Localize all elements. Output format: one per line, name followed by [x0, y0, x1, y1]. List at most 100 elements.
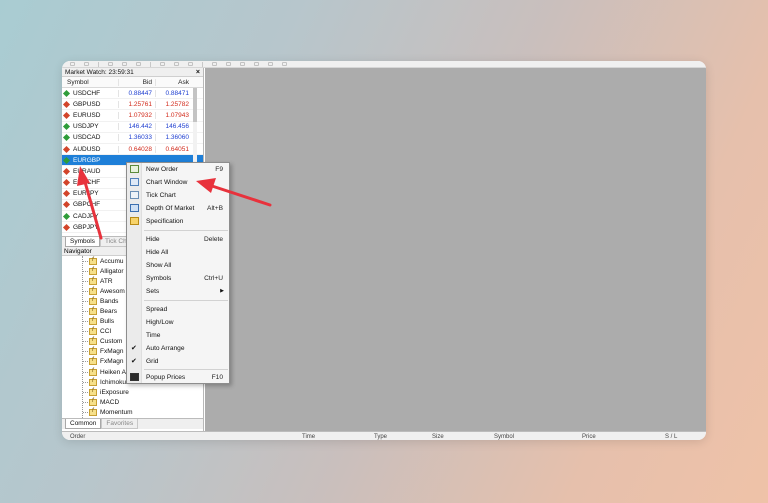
menu-item-spread[interactable]: Spread	[127, 303, 229, 315]
ask-cell: 0.88471	[155, 89, 192, 97]
menu-item-label: Auto Arrange	[146, 344, 185, 352]
symbol-name: AUDUSD	[73, 145, 101, 153]
navigator-indicator-item[interactable]: iExposure	[62, 387, 203, 397]
tab-favorites[interactable]: Favorites	[101, 419, 139, 429]
specification-icon	[130, 217, 139, 225]
terminal-column-time[interactable]: Time	[302, 434, 315, 440]
menu-item-label: Grid	[146, 357, 159, 365]
scrollbar-thumb[interactable]	[193, 88, 197, 122]
indicator-label: ATR	[100, 277, 113, 285]
navigator-indicator-item[interactable]: Momentum	[62, 407, 203, 417]
toolbar-button-icon[interactable]	[122, 62, 127, 66]
ask-cell: 0.64051	[155, 145, 192, 153]
navigator-indicator-item[interactable]: MACD	[62, 397, 203, 407]
ask-cell: 1.07943	[155, 111, 192, 119]
toolbar-button-icon[interactable]	[254, 62, 259, 66]
terminal-column-size[interactable]: Size	[432, 434, 444, 440]
menu-item-grid[interactable]: ✔ Grid	[127, 355, 229, 367]
tab-common[interactable]: Common	[65, 419, 102, 429]
indicator-icon	[89, 357, 97, 366]
indicator-icon	[89, 337, 97, 346]
terminal-column-order[interactable]: Order	[70, 434, 85, 440]
market-watch-row[interactable]: USDCAD 1.36033 1.36060	[62, 133, 203, 144]
market-watch-row[interactable]: USDJPY 146.442 146.456	[62, 122, 203, 133]
symbol-cell: EURAUD	[62, 167, 118, 175]
menu-item-hide[interactable]: Hide Delete	[127, 233, 229, 245]
column-header-bid[interactable]: Bid	[118, 78, 155, 86]
menu-item-chart-window[interactable]: Chart Window	[127, 176, 229, 188]
toolbar-button-icon[interactable]	[160, 62, 165, 66]
menu-item-symbols[interactable]: Symbols Ctrl+U	[127, 272, 229, 284]
market-watch-row[interactable]: USDCHF 0.88447 0.88471	[62, 88, 203, 100]
menu-item-shortcut: F9	[215, 165, 223, 173]
menu-item-specification[interactable]: Specification	[127, 215, 229, 227]
menu-item-depth-of-market[interactable]: Depth Of Market Alt+B	[127, 202, 229, 214]
price-down-icon	[62, 223, 71, 231]
menu-item-label: High/Low	[146, 318, 174, 326]
symbol-name: GBPCHF	[73, 201, 101, 209]
menu-item-hide-all[interactable]: Hide All	[127, 246, 229, 258]
checkmark-icon: ✔	[131, 358, 137, 365]
market-watch-row[interactable]: EURUSD 1.07932 1.07943	[62, 110, 203, 122]
terminal-column-symbol[interactable]: Symbol	[494, 434, 514, 440]
toolbar-button-icon[interactable]	[108, 62, 113, 66]
close-icon[interactable]: ×	[196, 69, 200, 76]
menu-item-show-all[interactable]: Show All	[127, 259, 229, 271]
price-up-icon	[62, 89, 71, 97]
market-watch-row[interactable]: GBPUSD 1.25761 1.25782	[62, 99, 203, 111]
terminal-column-price[interactable]: Price	[582, 434, 596, 440]
toolbar-button-icon[interactable]	[212, 62, 217, 66]
navigator-tabs: Common Favorites	[62, 418, 203, 429]
toolbar-button-icon[interactable]	[282, 62, 287, 66]
tree-branch	[83, 381, 88, 383]
price-up-icon	[62, 156, 71, 164]
price-down-icon	[62, 190, 71, 198]
terminal-column-type[interactable]: Type	[374, 434, 387, 440]
indicator-label: FxMagn	[100, 358, 124, 366]
tree-branch	[83, 371, 88, 373]
tree-branch	[83, 290, 88, 292]
menu-item-tick-chart[interactable]: Tick Chart	[127, 189, 229, 201]
toolbar-button-icon[interactable]	[174, 62, 179, 66]
column-header-symbol[interactable]: Symbol	[62, 79, 118, 86]
terminal-column-sl[interactable]: S / L	[665, 434, 677, 440]
menu-item-auto-arrange[interactable]: ✔ Auto Arrange	[127, 342, 229, 354]
toolbar-separator	[150, 61, 151, 67]
toolbar-button-icon[interactable]	[188, 62, 193, 66]
tree-branch	[83, 391, 88, 393]
menu-item-high-low[interactable]: High/Low	[127, 316, 229, 328]
symbol-name: EURAUD	[73, 167, 101, 175]
indicator-label: FxMagn	[100, 348, 124, 356]
indicator-icon	[89, 378, 97, 386]
toolbar-button-icon[interactable]	[268, 62, 273, 66]
symbol-cell: CADJPY	[62, 212, 118, 220]
symbol-name: USDCAD	[73, 134, 101, 142]
toolbar-button-icon[interactable]	[226, 62, 231, 66]
ask-cell: 1.36060	[155, 134, 192, 142]
toolbar-button-icon[interactable]	[70, 62, 75, 66]
menu-item-new-order[interactable]: New Order F9	[127, 163, 229, 175]
terminal-panel: Order Time Type Size Symbol Price S / L	[62, 431, 706, 440]
toolbar-button-icon[interactable]	[136, 62, 141, 66]
toolbar-button-icon[interactable]	[240, 62, 245, 66]
column-header-ask[interactable]: Ask	[155, 78, 192, 86]
popup-prices-icon	[130, 373, 139, 381]
indicator-icon	[89, 287, 97, 295]
indicator-label: Custom	[100, 338, 123, 346]
market-watch-title: Market Watch: 23:59:31	[65, 68, 134, 76]
toolbar-button-icon[interactable]	[84, 62, 89, 66]
menu-item-popup-prices[interactable]: Popup Prices F10	[127, 371, 229, 383]
bid-cell: 146.442	[118, 123, 155, 131]
price-down-icon	[62, 111, 71, 120]
market-watch-row[interactable]: AUDUSD 0.64028 0.64051	[62, 144, 203, 156]
price-up-icon	[62, 134, 71, 142]
tab-symbols[interactable]: Symbols	[65, 237, 100, 247]
chart-area[interactable]	[205, 68, 706, 431]
menu-item-sets[interactable]: Sets ▶	[127, 285, 229, 297]
toolbar-separator	[202, 61, 203, 67]
menu-separator	[144, 369, 228, 370]
indicator-label: MACD	[100, 398, 120, 406]
tree-branch	[83, 361, 88, 363]
menu-item-time[interactable]: Time	[127, 329, 229, 341]
ask-cell: 146.456	[155, 123, 192, 131]
